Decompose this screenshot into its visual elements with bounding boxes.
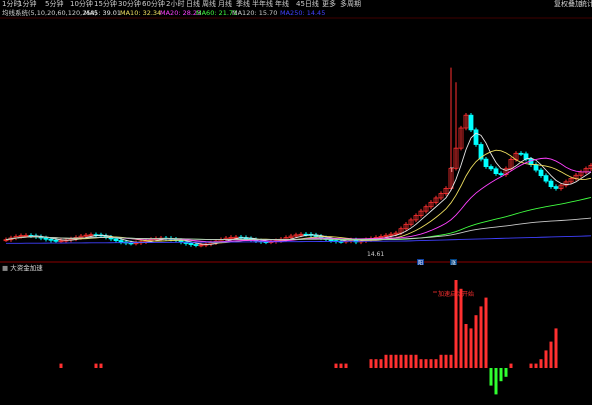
sub-bar bbox=[504, 368, 508, 377]
candles bbox=[3, 67, 592, 248]
candle-body bbox=[53, 239, 59, 242]
candle-body bbox=[113, 238, 119, 241]
sub-bar bbox=[549, 341, 553, 368]
date-tag-text: 涨 bbox=[451, 260, 456, 267]
candle-body bbox=[488, 166, 494, 170]
sub-bar bbox=[389, 354, 393, 368]
sub-bar bbox=[544, 350, 548, 368]
sub-bar bbox=[479, 306, 483, 368]
low-price-label: 14.61 bbox=[367, 251, 384, 258]
sub-bar bbox=[449, 354, 453, 368]
candle-body bbox=[473, 129, 479, 145]
candle-body bbox=[483, 158, 489, 167]
candle-body bbox=[188, 243, 194, 245]
candle-body bbox=[543, 175, 549, 182]
sub-bar bbox=[554, 328, 558, 368]
sub-bar bbox=[419, 359, 423, 368]
sub-bar bbox=[99, 363, 103, 368]
sub-bar bbox=[499, 368, 503, 382]
candle-body bbox=[498, 173, 504, 175]
candle-body bbox=[533, 164, 539, 171]
candle-body bbox=[43, 237, 49, 240]
sub-bar bbox=[339, 363, 343, 368]
candle-body bbox=[48, 238, 54, 241]
sub-bar bbox=[484, 297, 488, 368]
sub-bar bbox=[539, 359, 543, 368]
candle-body bbox=[518, 152, 524, 155]
candle-body bbox=[548, 180, 554, 188]
sub-bar bbox=[469, 328, 473, 368]
candle-body bbox=[553, 186, 559, 189]
sub-bar bbox=[334, 363, 338, 368]
sub-chart-icon: ■ bbox=[2, 264, 9, 272]
sub-bar bbox=[424, 359, 428, 368]
sub-bar bbox=[494, 368, 498, 395]
ma20-line bbox=[5, 157, 592, 243]
kline-chart[interactable]: 14.61 T 阳 涨加速启动开始 bbox=[0, 0, 592, 405]
sub-bar bbox=[369, 359, 373, 368]
sub-bar bbox=[459, 288, 463, 368]
sub-bar bbox=[529, 363, 533, 368]
candle-body bbox=[178, 240, 184, 243]
sub-chart-title: ■ 大资金加速 bbox=[2, 264, 43, 273]
sub-bar bbox=[414, 354, 418, 368]
sub-bar bbox=[509, 363, 513, 368]
sub-bar bbox=[429, 359, 433, 368]
candle-body bbox=[538, 169, 544, 177]
sub-bar bbox=[379, 359, 383, 368]
sub-bar bbox=[59, 363, 63, 368]
sub-bar bbox=[434, 359, 438, 368]
ma60-line bbox=[5, 197, 592, 241]
sub-bar bbox=[94, 363, 98, 368]
sub-bar bbox=[474, 315, 478, 368]
sub-bar bbox=[439, 354, 443, 368]
sub-bar bbox=[404, 354, 408, 368]
sub-chart-title-text: 大资金加速 bbox=[10, 264, 43, 272]
sub-bar bbox=[344, 363, 348, 368]
sub-bar bbox=[409, 354, 413, 368]
sub-bar bbox=[374, 359, 378, 368]
candle-body bbox=[118, 240, 124, 243]
candle-body bbox=[468, 114, 474, 131]
candle-body bbox=[193, 244, 199, 246]
annotation-text: 加速启动开始 bbox=[438, 290, 474, 298]
ma5-line bbox=[5, 132, 592, 245]
candle-body bbox=[493, 168, 499, 174]
sub-bar bbox=[489, 368, 493, 386]
peak-marker: T bbox=[449, 167, 454, 174]
sub-bar bbox=[394, 354, 398, 368]
sub-bar bbox=[384, 354, 388, 368]
ma10-line bbox=[5, 149, 592, 244]
sub-bar bbox=[464, 324, 468, 368]
sub-bar bbox=[534, 363, 538, 368]
sub-bar bbox=[444, 354, 448, 368]
sub-bar bbox=[399, 354, 403, 368]
date-tag-text: 阳 bbox=[418, 260, 423, 267]
